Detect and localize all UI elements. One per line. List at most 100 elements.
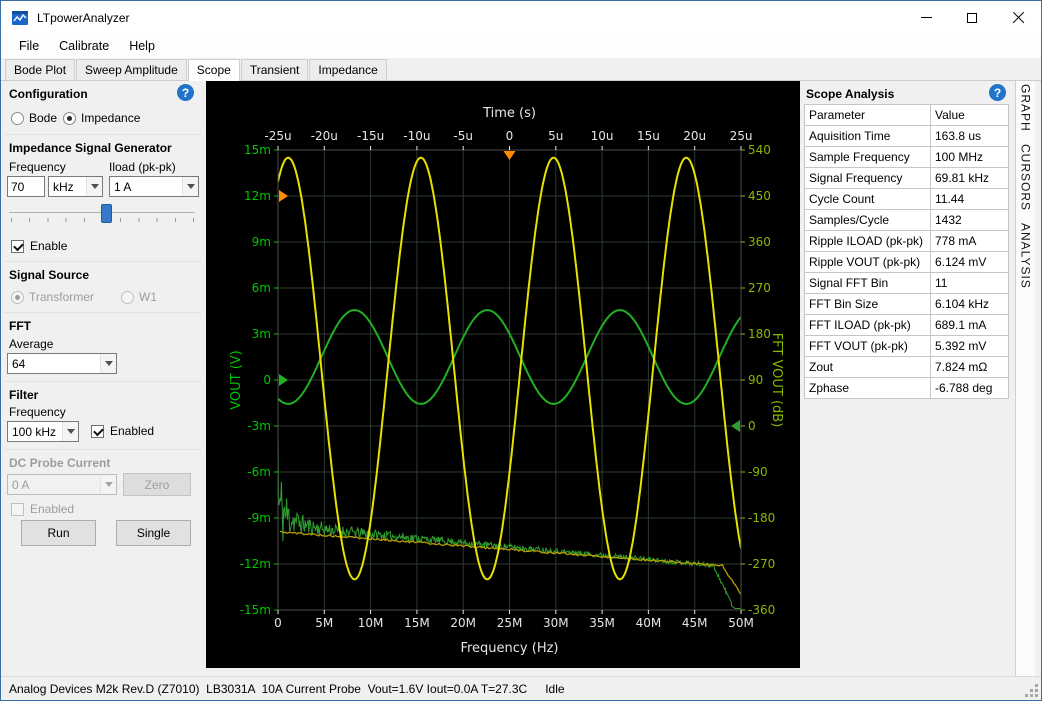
- frequency-unit-value: kHz: [49, 180, 86, 194]
- menu-file[interactable]: File: [9, 36, 49, 56]
- analysis-parameter-cell: Zout: [805, 357, 931, 378]
- enable-checkbox-label: Enable: [30, 239, 67, 253]
- analysis-help-icon[interactable]: ?: [989, 84, 1006, 101]
- analysis-row[interactable]: FFT VOUT (pk-pk)5.392 mV: [805, 336, 1009, 357]
- analysis-row[interactable]: Zout7.824 mΩ: [805, 357, 1009, 378]
- analysis-row[interactable]: Ripple ILOAD (pk-pk)778 mA: [805, 231, 1009, 252]
- analysis-title: Scope Analysis: [806, 87, 894, 101]
- fft-average-combo[interactable]: 64: [7, 353, 117, 374]
- analysis-parameter-cell: Ripple VOUT (pk-pk): [805, 252, 931, 273]
- analysis-row[interactable]: Samples/Cycle1432: [805, 210, 1009, 231]
- svg-text:5M: 5M: [315, 616, 333, 630]
- side-tab-cursors[interactable]: CURSORS: [1019, 144, 1033, 211]
- analysis-row[interactable]: Ripple VOUT (pk-pk)6.124 mV: [805, 252, 1009, 273]
- run-button[interactable]: Run: [21, 520, 96, 546]
- analysis-column-header: Value: [931, 105, 1009, 126]
- svg-text:50M: 50M: [728, 616, 754, 630]
- fft-ref-marker[interactable]: [731, 420, 740, 432]
- configuration-help-icon[interactable]: ?: [177, 84, 194, 101]
- fft-average-value: 64: [8, 357, 100, 371]
- divider: [4, 449, 201, 450]
- menu-help[interactable]: Help: [119, 36, 165, 56]
- analysis-row[interactable]: FFT Bin Size6.104 kHz: [805, 294, 1009, 315]
- analysis-row[interactable]: Zphase-6.788 deg: [805, 378, 1009, 399]
- analysis-row[interactable]: Signal Frequency69.81 kHz: [805, 168, 1009, 189]
- titlebar[interactable]: LTpowerAnalyzer: [1, 1, 1041, 34]
- scope-plot[interactable]: -25u-20u-15u-10u-5u05u10u15u20u25uTime (…: [206, 81, 800, 668]
- single-button[interactable]: Single: [116, 520, 191, 546]
- trigger-time-marker[interactable]: [504, 151, 516, 160]
- iload-combo[interactable]: 1 A: [109, 176, 199, 197]
- analysis-parameter-cell: Samples/Cycle: [805, 210, 931, 231]
- trigger-level-marker[interactable]: [279, 190, 288, 202]
- checkbox-box: [11, 503, 24, 516]
- menu-bar: FileCalibrateHelp: [1, 34, 1041, 58]
- svg-text:-10u: -10u: [403, 129, 430, 143]
- svg-text:0: 0: [263, 373, 271, 387]
- scope-graph[interactable]: -25u-20u-15u-10u-5u05u10u15u20u25uTime (…: [206, 81, 800, 668]
- analysis-row[interactable]: Aquisition Time163.8 us: [805, 126, 1009, 147]
- analysis-table: ParameterValueAquisition Time163.8 usSam…: [804, 104, 1009, 399]
- analysis-row[interactable]: FFT ILOAD (pk-pk)689.1 mA: [805, 315, 1009, 336]
- analysis-row[interactable]: Cycle Count11.44: [805, 189, 1009, 210]
- minimize-icon: [921, 17, 932, 18]
- maximize-button[interactable]: [949, 1, 995, 34]
- svg-text:-12m: -12m: [240, 557, 271, 571]
- svg-text:FFT VOUT (dB): FFT VOUT (dB): [769, 333, 784, 428]
- trace-fft-iload: [280, 532, 741, 595]
- minimize-button[interactable]: [903, 1, 949, 34]
- window-title: LTpowerAnalyzer: [37, 11, 129, 25]
- radio-transformer-label: Transformer: [29, 290, 94, 304]
- tab-sweep-amplitude[interactable]: Sweep Amplitude: [76, 59, 187, 80]
- filter-enabled-checkbox[interactable]: Enabled: [91, 424, 154, 438]
- side-tab-analysis[interactable]: ANALYSIS: [1019, 223, 1033, 289]
- svg-text:-15u: -15u: [357, 129, 384, 143]
- checkbox-box: [11, 240, 24, 253]
- svg-text:0: 0: [506, 129, 514, 143]
- svg-text:25M: 25M: [497, 616, 523, 630]
- filter-frequency-value: 100 kHz: [8, 425, 62, 439]
- svg-text:-360: -360: [748, 603, 775, 617]
- radio-bode[interactable]: Bode: [11, 111, 57, 125]
- checkbox-box: [91, 425, 104, 438]
- close-button[interactable]: [995, 1, 1041, 34]
- resize-grip[interactable]: [1025, 684, 1039, 698]
- plot-grid: [278, 150, 741, 610]
- enable-checkbox[interactable]: Enable: [11, 239, 67, 253]
- tab-scope[interactable]: Scope: [188, 59, 240, 81]
- analysis-value-cell: -6.788 deg: [931, 378, 1009, 399]
- svg-text:360: 360: [748, 235, 771, 249]
- chevron-down-icon: [86, 177, 102, 196]
- vout-ground-marker[interactable]: [279, 374, 288, 386]
- analysis-row[interactable]: Signal FFT Bin11: [805, 273, 1009, 294]
- tab-transient[interactable]: Transient: [241, 59, 309, 80]
- zero-button: Zero: [123, 473, 191, 496]
- radio-transformer: Transformer: [11, 290, 94, 304]
- svg-text:540: 540: [748, 143, 771, 157]
- analysis-value-cell: 69.81 kHz: [931, 168, 1009, 189]
- dc-probe-value: 0 A: [8, 478, 100, 492]
- svg-text:-270: -270: [748, 557, 775, 571]
- side-tab-graph[interactable]: GRAPH: [1019, 84, 1033, 132]
- svg-text:0: 0: [274, 616, 282, 630]
- signal-source-section-title: Signal Source: [9, 268, 89, 282]
- svg-text:40M: 40M: [636, 616, 662, 630]
- app-icon: [11, 9, 29, 27]
- svg-text:35M: 35M: [589, 616, 615, 630]
- analysis-value-cell: 778 mA: [931, 231, 1009, 252]
- main-area: Configuration ? Bode Impedance Impedance…: [1, 81, 1041, 676]
- plot-axes: -25u-20u-15u-10u-5u05u10u15u20u25uTime (…: [229, 106, 784, 656]
- svg-text:-9m: -9m: [247, 511, 271, 525]
- frequency-slider[interactable]: [9, 203, 195, 227]
- frequency-input[interactable]: [7, 176, 45, 197]
- frequency-unit-combo[interactable]: kHz: [48, 176, 103, 197]
- menu-calibrate[interactable]: Calibrate: [49, 36, 119, 56]
- radio-impedance[interactable]: Impedance: [63, 111, 140, 125]
- analysis-row[interactable]: Sample Frequency100 MHz: [805, 147, 1009, 168]
- filter-frequency-combo[interactable]: 100 kHz: [7, 421, 79, 442]
- maximize-icon: [967, 13, 977, 23]
- tab-impedance[interactable]: Impedance: [309, 59, 386, 80]
- tab-bode-plot[interactable]: Bode Plot: [5, 59, 75, 80]
- slider-handle[interactable]: [101, 204, 112, 223]
- svg-text:-180: -180: [748, 511, 775, 525]
